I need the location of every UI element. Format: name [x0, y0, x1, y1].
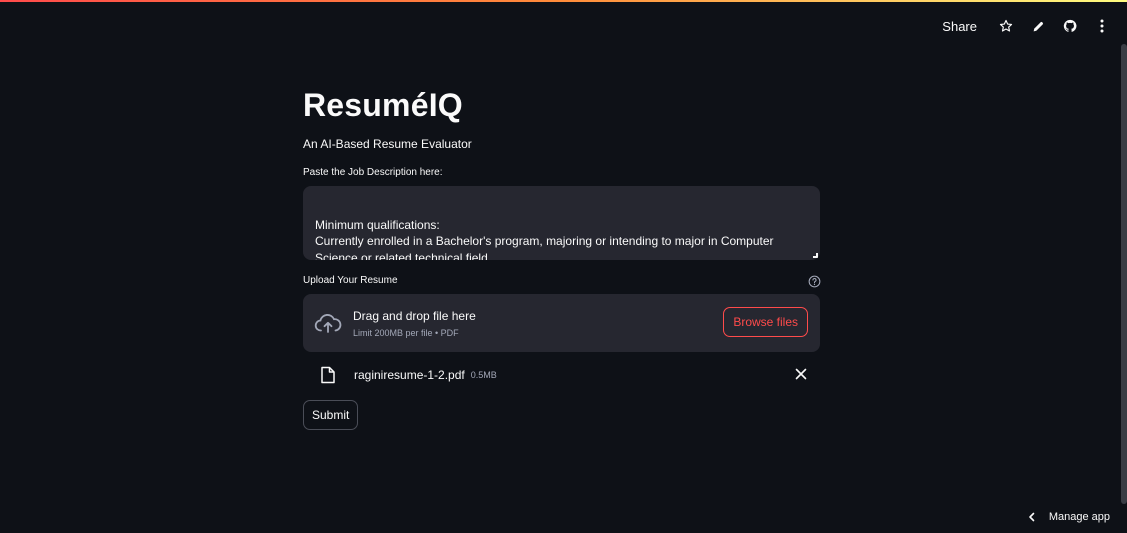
- uploaded-file-name: raginiresume-1-2.pdf: [354, 368, 465, 382]
- share-button[interactable]: Share: [942, 19, 977, 34]
- star-icon[interactable]: [997, 17, 1015, 35]
- manage-app-button[interactable]: Manage app: [1027, 509, 1110, 525]
- page-title: ResuméIQ: [303, 87, 463, 123]
- top-decoration-stripe: [0, 0, 1127, 2]
- page-scrollbar[interactable]: [1121, 44, 1127, 504]
- file-icon: [321, 366, 335, 384]
- remove-file-close-icon[interactable]: [795, 368, 807, 380]
- dropzone-limit: Limit 200MB per file • PDF: [353, 327, 459, 338]
- page-subtitle: An AI-Based Resume Evaluator: [303, 137, 472, 151]
- job-description-textarea[interactable]: Minimum qualifications: Currently enroll…: [303, 186, 820, 260]
- app-toolbar: Share: [942, 16, 1111, 36]
- upload-label: Upload Your Resume: [303, 275, 398, 286]
- file-dropzone[interactable]: Drag and drop file here Limit 200MB per …: [303, 294, 820, 352]
- help-icon[interactable]: [808, 275, 821, 288]
- kebab-menu-icon[interactable]: [1093, 17, 1111, 35]
- dropzone-instructions: Drag and drop file here Limit 200MB per …: [353, 308, 476, 339]
- resize-handle-icon[interactable]: [813, 253, 818, 258]
- chevron-left-icon: [1029, 512, 1035, 522]
- job-description-label: Paste the Job Description here:: [303, 167, 443, 178]
- uploaded-file-size: 0.5MB: [470, 370, 497, 380]
- submit-button[interactable]: Submit: [303, 400, 359, 430]
- pencil-icon[interactable]: [1029, 17, 1047, 35]
- manage-app-label: Manage app: [1048, 511, 1110, 523]
- main-content: ResuméIQ An AI-Based Resume Evaluator Pa…: [303, 80, 821, 430]
- browse-files-button[interactable]: Browse files: [723, 307, 808, 337]
- upload-header: Upload Your Resume: [303, 274, 821, 288]
- dropzone-title: Drag and drop file here: [353, 308, 476, 323]
- cloud-upload-icon: [314, 314, 342, 333]
- github-icon[interactable]: [1061, 17, 1079, 35]
- job-description-text: Minimum qualifications: Currently enroll…: [315, 217, 774, 261]
- uploaded-file-row: raginiresume-1-2.pdf 0.5MB: [303, 362, 821, 388]
